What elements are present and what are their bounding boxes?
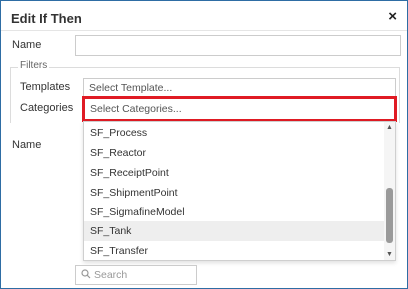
title-divider	[1, 30, 407, 31]
search-placeholder: Search	[94, 269, 128, 281]
edit-if-then-dialog: Edit If Then × Name Filters Templates Se…	[0, 0, 408, 289]
dropdown-option[interactable]: SF_Transfer	[84, 241, 384, 261]
name2-label: Name	[12, 139, 42, 151]
name-label: Name	[12, 39, 42, 51]
dropdown-option[interactable]: SF_SigmafineModel	[84, 202, 384, 222]
dropdown-option[interactable]: SF_ReceiptPoint	[84, 163, 384, 183]
categories-label: Categories	[20, 102, 74, 114]
scroll-up-icon[interactable]: ▲	[385, 123, 394, 132]
filters-legend: Filters	[18, 60, 50, 71]
templates-label: Templates	[20, 81, 71, 93]
templates-placeholder: Select Template...	[89, 82, 173, 94]
dropdown-option[interactable]: SF_Process	[84, 123, 384, 143]
close-button[interactable]: ×	[388, 9, 397, 25]
scroll-down-icon[interactable]: ▼	[385, 250, 394, 259]
search-input[interactable]: Search	[75, 265, 197, 285]
templates-select[interactable]: Select Template...	[83, 78, 396, 98]
dropdown-option[interactable]: SF_ShipmentPoint	[84, 183, 384, 203]
scrollbar-thumb[interactable]	[386, 188, 393, 243]
categories-highlight-box	[82, 96, 397, 122]
categories-dropdown-list[interactable]: SF_Process SF_Reactor SF_ReceiptPoint SF…	[83, 121, 396, 261]
name-input[interactable]	[75, 35, 401, 56]
dialog-title: Edit If Then	[11, 11, 82, 26]
dropdown-option-selected[interactable]: SF_Tank	[84, 221, 384, 241]
dropdown-option[interactable]: SF_Reactor	[84, 143, 384, 163]
search-icon	[81, 268, 91, 282]
